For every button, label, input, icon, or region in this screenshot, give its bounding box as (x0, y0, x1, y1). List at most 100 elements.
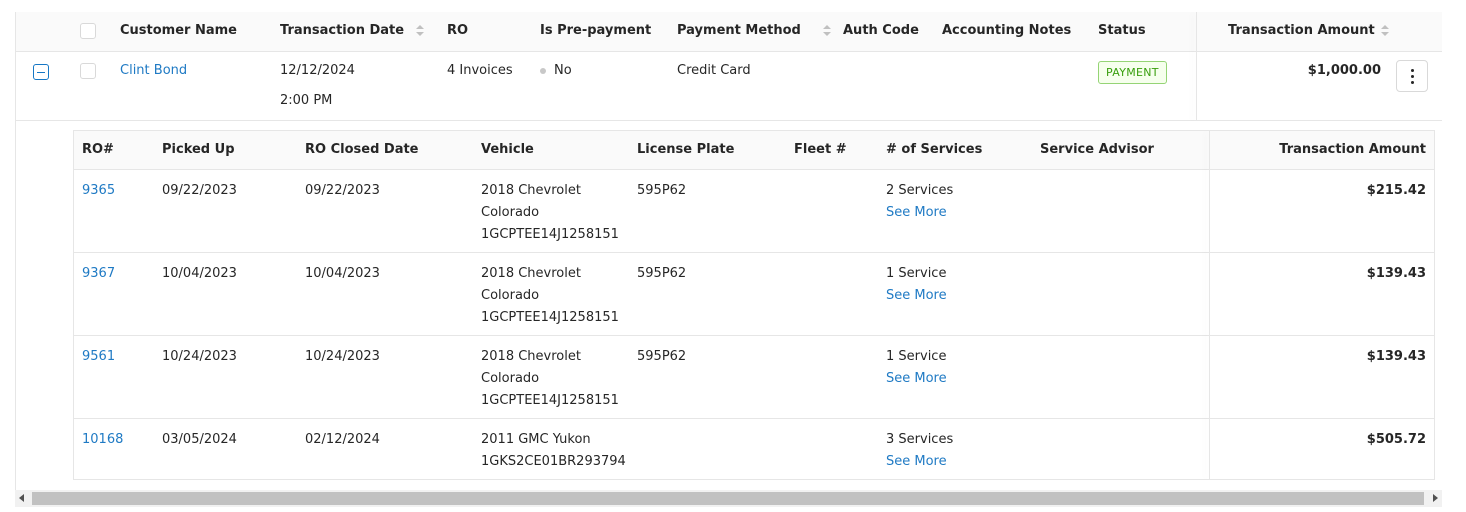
ro-amount: $215.42 (1366, 183, 1426, 198)
sort-icon[interactable] (822, 24, 831, 37)
fixed-column-divider (1196, 12, 1197, 121)
see-more-link[interactable]: See More (886, 285, 947, 307)
ro-amount: $139.43 (1366, 349, 1426, 364)
col-picked-up[interactable]: Picked Up (162, 142, 235, 157)
col-payment-method[interactable]: Payment Method (677, 23, 831, 38)
vehicle-vin: 1GCPTEE14J1258151 (481, 393, 619, 408)
vehicle-vin: 1GCPTEE14J1258151 (481, 310, 619, 325)
vehicle-line: 2018 Chevrolet (481, 349, 581, 364)
ro-number-link[interactable]: 10168 (82, 429, 123, 451)
sort-icon[interactable] (1380, 24, 1389, 37)
more-actions-button[interactable] (1396, 60, 1428, 92)
ro-amount: $505.72 (1366, 432, 1426, 447)
col-transaction-date[interactable]: Transaction Date (280, 23, 425, 38)
select-all-checkbox[interactable] (80, 23, 96, 39)
transactions-table: Customer Name Transaction Date RO Is Pre… (15, 12, 1442, 490)
services-count: 1 Service (886, 266, 947, 281)
ro-number-link[interactable]: 9367 (82, 263, 115, 285)
services: 1 Service See More (886, 263, 947, 307)
license-plate: 595P62 (637, 349, 687, 364)
col-customer-name[interactable]: Customer Name (120, 23, 237, 38)
more-dot-icon (1411, 75, 1414, 78)
ro-amount: $139.43 (1366, 266, 1426, 281)
col-payment-method-label: Payment Method (677, 23, 801, 38)
col-auth-code[interactable]: Auth Code (843, 23, 919, 38)
col-status[interactable]: Status (1098, 23, 1146, 38)
fixed-column-divider (1209, 131, 1210, 479)
vehicle-line: Colorado (481, 205, 540, 220)
status-dot-icon (540, 67, 546, 74)
license-plate: 595P62 (637, 183, 687, 198)
row-checkbox[interactable] (80, 63, 96, 79)
col-transaction-amount-label: Transaction Amount (1228, 23, 1375, 38)
see-more-link[interactable]: See More (886, 451, 953, 473)
picked-up-date: 03/05/2024 (162, 432, 237, 447)
ro-closed-date: 10/24/2023 (305, 349, 380, 364)
table-row: 10168 03/05/2024 02/12/2024 2011 GMC Yuk… (74, 419, 1434, 479)
col-services[interactable]: # of Services (886, 142, 982, 157)
vehicle-line: Colorado (481, 371, 540, 386)
vehicle: 2018 Chevrolet Colorado 1GCPTEE14J125815… (481, 180, 619, 246)
status-badge: PAYMENT (1098, 61, 1167, 84)
see-more-link[interactable]: See More (886, 202, 953, 224)
vehicle-vin: 1GCPTEE14J1258151 (481, 227, 619, 242)
services: 1 Service See More (886, 346, 947, 390)
sort-icon[interactable] (416, 24, 425, 37)
col-accounting-notes[interactable]: Accounting Notes (942, 23, 1071, 38)
vehicle-vin: 1GKS2CE01BR293794 (481, 454, 626, 469)
ro-closed-date: 09/22/2023 (305, 183, 380, 198)
services: 3 Services See More (886, 429, 953, 473)
vehicle-line: 2018 Chevrolet (481, 183, 581, 198)
picked-up-date: 09/22/2023 (162, 183, 237, 198)
see-more-link[interactable]: See More (886, 368, 947, 390)
vehicle: 2011 GMC Yukon 1GKS2CE01BR293794 (481, 429, 626, 473)
is-prepayment-value: No (554, 63, 572, 78)
vehicle-line: 2011 GMC Yukon (481, 432, 591, 447)
is-prepayment: No (540, 63, 572, 78)
collapse-row-icon[interactable] (33, 64, 49, 80)
ro-closed-date: 10/04/2023 (305, 266, 380, 281)
scrollbar-thumb[interactable] (32, 492, 1424, 505)
table-row: Clint Bond 12/12/2024 2:00 PM 4 Invoices… (16, 52, 1442, 121)
ro-closed-date: 02/12/2024 (305, 432, 380, 447)
transaction-amount: $1,000.00 (1307, 63, 1381, 78)
col-ro-closed-date[interactable]: RO Closed Date (305, 142, 419, 157)
vehicle-line: 2018 Chevrolet (481, 266, 581, 281)
ro-number-link[interactable]: 9561 (82, 346, 115, 368)
col-ro-number[interactable]: RO# (82, 142, 114, 157)
table-row: 9367 10/04/2023 10/04/2023 2018 Chevrole… (74, 253, 1434, 336)
services-count: 1 Service (886, 349, 947, 364)
col-ro[interactable]: RO (447, 23, 468, 38)
vehicle: 2018 Chevrolet Colorado 1GCPTEE14J125815… (481, 263, 619, 329)
services-count: 3 Services (886, 432, 954, 447)
col-transaction-date-label: Transaction Date (280, 23, 405, 38)
more-dot-icon (1411, 69, 1414, 72)
col-vehicle[interactable]: Vehicle (481, 142, 534, 157)
col-inner-transaction-amount[interactable]: Transaction Amount (1279, 142, 1426, 157)
col-license-plate[interactable]: License Plate (637, 142, 734, 157)
scroll-right-icon[interactable] (1433, 494, 1438, 502)
services: 2 Services See More (886, 180, 953, 224)
col-fleet[interactable]: Fleet # (794, 142, 847, 157)
table-header: Customer Name Transaction Date RO Is Pre… (16, 12, 1442, 52)
scroll-left-icon[interactable] (19, 494, 24, 502)
picked-up-date: 10/04/2023 (162, 266, 237, 281)
table-row: 9561 10/24/2023 10/24/2023 2018 Chevrole… (74, 336, 1434, 419)
ro-invoices: 4 Invoices (447, 63, 513, 78)
ro-number-link[interactable]: 9365 (82, 180, 115, 202)
col-is-prepayment[interactable]: Is Pre-payment (540, 23, 651, 38)
customer-name-link[interactable]: Clint Bond (120, 63, 187, 78)
payment-method: Credit Card (677, 63, 751, 78)
col-service-advisor[interactable]: Service Advisor (1040, 142, 1154, 157)
transaction-time: 2:00 PM (280, 93, 333, 108)
col-transaction-amount[interactable]: Transaction Amount (1228, 23, 1389, 38)
vehicle: 2018 Chevrolet Colorado 1GCPTEE14J125815… (481, 346, 619, 412)
expanded-ro-table: RO# Picked Up RO Closed Date Vehicle Lic… (73, 130, 1435, 480)
license-plate: 595P62 (637, 266, 687, 281)
transaction-date: 12/12/2024 (280, 63, 355, 78)
services-count: 2 Services (886, 183, 954, 198)
table-row: 9365 09/22/2023 09/22/2023 2018 Chevrole… (74, 170, 1434, 253)
more-dot-icon (1411, 81, 1414, 84)
horizontal-scrollbar[interactable] (15, 490, 1442, 507)
expanded-table-header: RO# Picked Up RO Closed Date Vehicle Lic… (74, 131, 1434, 170)
